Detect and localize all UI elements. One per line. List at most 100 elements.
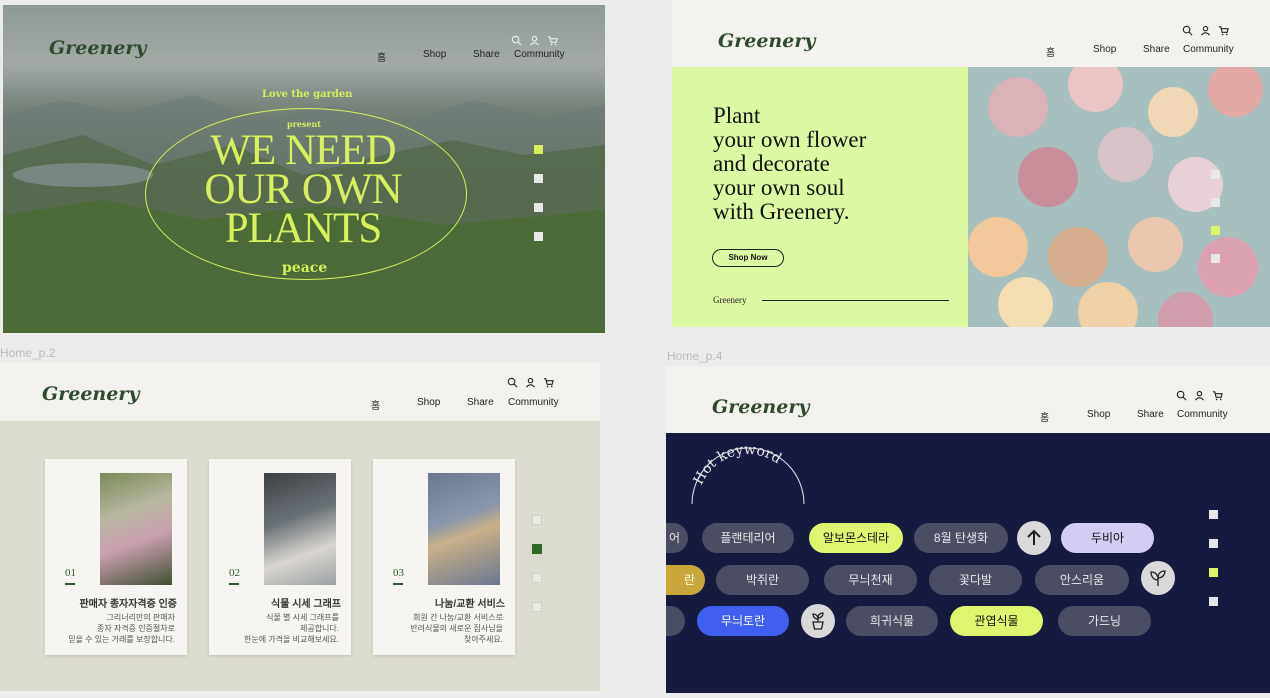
logo[interactable]: Greenery — [42, 383, 139, 405]
slide-dot[interactable] — [534, 232, 543, 241]
search-icon[interactable] — [507, 377, 518, 388]
nav-home[interactable]: 홈 — [377, 49, 386, 64]
flower-image — [968, 67, 1270, 327]
nav-home[interactable]: 홈 — [371, 397, 380, 412]
headline-line: Plant — [713, 103, 761, 128]
slide-dot[interactable] — [1211, 198, 1220, 207]
card-desc-line: 믿을 수 있는 거래를 보장합니다. — [68, 635, 175, 644]
slide-dot[interactable] — [534, 174, 543, 183]
keyword-pill[interactable]: 어 — [666, 523, 688, 553]
slide-dot[interactable] — [532, 544, 542, 554]
keywords-frame: Greenery 홈 Shop Share Community Hot keyw… — [666, 366, 1270, 693]
nav-share[interactable]: Share — [473, 49, 500, 60]
card-desc-line: 식물 별 시세 그래프를 — [266, 613, 339, 622]
headline-line: your own soul — [713, 175, 845, 200]
keyword-pill[interactable]: 8월 탄생화 — [914, 523, 1008, 553]
keyword-pill[interactable]: 란 — [666, 565, 705, 595]
hot-keyword-badge: Hot keyword — [691, 446, 805, 505]
cart-icon[interactable] — [1212, 390, 1223, 401]
keyword-pill[interactable]: 두비아 — [1061, 523, 1154, 553]
nav-home[interactable]: 홈 — [1046, 44, 1055, 59]
card-number: 02 — [229, 567, 240, 579]
slide-dot[interactable] — [532, 515, 542, 525]
shop-now-button[interactable]: Shop Now — [712, 249, 784, 267]
hero-bottom-line: peace — [282, 260, 328, 276]
cart-icon[interactable] — [543, 377, 554, 388]
feature-card[interactable]: 03 나눔/교환 서비스 회원 간 나눔/교환 서비스로 반려식물의 새로운 집… — [373, 459, 515, 655]
nav-share[interactable]: Share — [467, 397, 494, 408]
nav-shop[interactable]: Shop — [423, 49, 446, 60]
arrow-up-icon — [1027, 529, 1041, 545]
cart-icon[interactable] — [1218, 25, 1229, 36]
hero-title: WE NEED OUR OWN PLANTS — [204, 127, 402, 252]
keyword-pill[interactable] — [666, 606, 685, 636]
nav-community[interactable]: Community — [508, 397, 559, 408]
slide-dot[interactable] — [1209, 539, 1218, 548]
keyword-pill[interactable]: 무늬토란 — [697, 606, 789, 636]
search-icon[interactable] — [1182, 25, 1193, 36]
nav-community[interactable]: Community — [514, 49, 565, 60]
plant-frame: Greenery 홈 Shop Share Community Plant yo… — [672, 0, 1270, 327]
feature-card[interactable]: 02 식물 시세 그래프 식물 별 시세 그래프를 제공합니다. 한눈에 가격을… — [209, 459, 351, 655]
slide-dot[interactable] — [1209, 510, 1218, 519]
leaf-button[interactable] — [1141, 561, 1175, 595]
leaf-icon — [1150, 570, 1166, 586]
keyword-pill[interactable]: 안스리움 — [1035, 565, 1129, 595]
nav-shop[interactable]: Shop — [417, 397, 440, 408]
slide-dot[interactable] — [1211, 254, 1220, 263]
slide-dot[interactable] — [532, 602, 542, 612]
slide-dot[interactable] — [534, 145, 543, 154]
logo[interactable]: Greenery — [718, 30, 815, 52]
card-desc-line: 찾아주세요. — [463, 635, 503, 644]
potted-plant-button[interactable] — [801, 604, 835, 638]
user-icon[interactable] — [1194, 390, 1205, 401]
keyword-pill[interactable]: 가드닝 — [1058, 606, 1151, 636]
headline-line: and decorate — [713, 151, 830, 176]
slide-dot[interactable] — [1209, 568, 1218, 577]
keyword-pill[interactable]: 무늬천재 — [824, 565, 917, 595]
nav-shop[interactable]: Shop — [1093, 44, 1116, 55]
nav-shop[interactable]: Shop — [1087, 409, 1110, 420]
nav-home[interactable]: 홈 — [1040, 409, 1049, 424]
card-title: 판매자 종자자격증 인증 — [79, 599, 177, 610]
slide-dot[interactable] — [1211, 170, 1220, 179]
logo[interactable]: Greenery — [49, 37, 146, 59]
feature-card[interactable]: 01 판매자 종자자격증 인증 그리너리만의 판매자 종자 자격증 인증절차로 … — [45, 459, 187, 655]
slide-dot[interactable] — [534, 203, 543, 212]
card-desc-line: 종자 자격증 인증절차로 — [96, 624, 175, 633]
card-description: 회원 간 나눔/교환 서비스로 반려식물의 새로운 집사님을 찾아주세요. — [373, 612, 503, 645]
keyword-pill[interactable]: 박쥐란 — [716, 565, 809, 595]
keyword-pill[interactable]: 알보몬스테라 — [809, 523, 903, 553]
card-title: 나눔/교환 서비스 — [435, 599, 505, 610]
card-title: 식물 시세 그래프 — [271, 599, 341, 610]
arrow-up-button[interactable] — [1017, 521, 1051, 555]
keyword-pill[interactable]: 관엽식물 — [950, 606, 1043, 636]
user-icon[interactable] — [529, 35, 540, 46]
card-number: 03 — [393, 567, 404, 579]
search-icon[interactable] — [511, 35, 522, 46]
slide-indicator — [1209, 510, 1218, 626]
cart-icon[interactable] — [547, 35, 558, 46]
user-icon[interactable] — [525, 377, 536, 388]
card-image — [100, 473, 172, 585]
slide-dot[interactable] — [1209, 597, 1218, 606]
user-icon[interactable] — [1200, 25, 1211, 36]
nav-community[interactable]: Community — [1177, 409, 1228, 420]
footer-brand: Greenery — [713, 295, 747, 305]
nav-share[interactable]: Share — [1137, 409, 1164, 420]
slide-dot[interactable] — [1211, 226, 1220, 235]
nav-community[interactable]: Community — [1183, 44, 1234, 55]
card-description: 그리너리만의 판매자 종자 자격증 인증절차로 믿을 수 있는 거래를 보장합니… — [45, 612, 175, 645]
keyword-pill[interactable]: 플랜테리어 — [702, 523, 794, 553]
logo[interactable]: Greenery — [712, 396, 809, 418]
search-icon[interactable] — [1176, 390, 1187, 401]
card-description: 식물 별 시세 그래프를 제공합니다. 한눈에 가격을 비교해보세요. — [209, 612, 339, 645]
slide-dot[interactable] — [532, 573, 542, 583]
divider — [762, 300, 949, 301]
keyword-pill[interactable]: 꽃다발 — [929, 565, 1022, 595]
card-image — [264, 473, 336, 585]
card-desc-line: 제공합니다. — [299, 624, 339, 633]
keyword-pill[interactable]: 희귀식물 — [846, 606, 938, 636]
nav-share[interactable]: Share — [1143, 44, 1170, 55]
frame-label-home-p4: Home_p.4 — [667, 349, 723, 363]
